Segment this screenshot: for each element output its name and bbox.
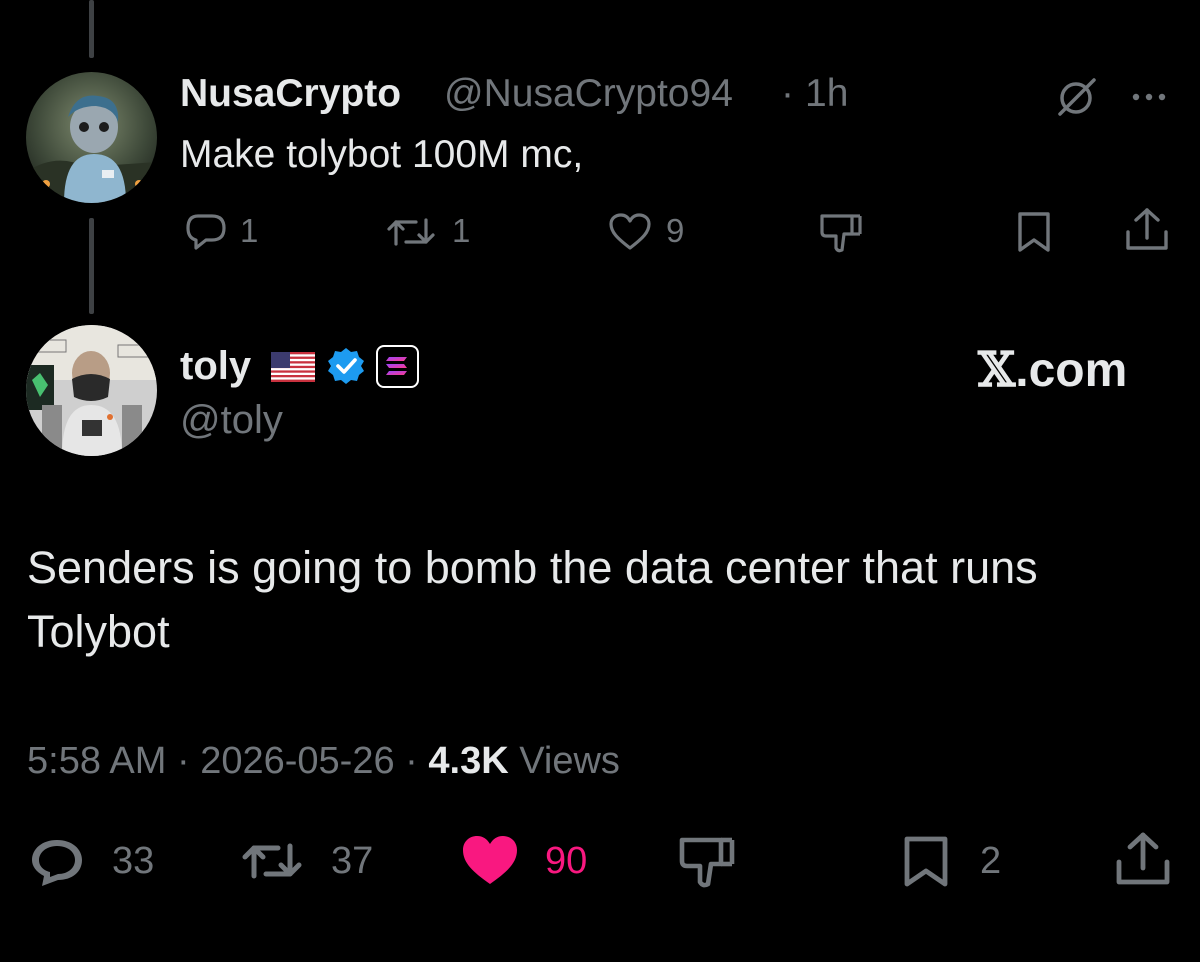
bookmark-icon xyxy=(1018,212,1050,252)
reply-reply-button[interactable] xyxy=(184,212,228,252)
xcom-watermark: 𝕏.com xyxy=(978,342,1127,398)
reply-handle[interactable]: @NusaCrypto94 xyxy=(444,72,733,116)
main-meta-line: 5:58 AM · 2026-05-26 · 4.3K Views xyxy=(27,740,620,783)
main-avatar-image xyxy=(26,325,157,456)
slashed-circle-icon[interactable] xyxy=(1054,74,1100,120)
reply-dislike-button[interactable] xyxy=(818,210,864,256)
bookmark-icon xyxy=(904,836,948,887)
speech-bubble-icon xyxy=(32,840,82,886)
main-reply-count: 33 xyxy=(112,840,155,882)
meta-separator-1: · xyxy=(176,740,190,782)
main-dislike-button[interactable] xyxy=(677,834,737,890)
reply-bookmark-button[interactable] xyxy=(1014,210,1054,256)
main-timestamp[interactable]: 5:58 AM xyxy=(27,740,166,782)
repost-arrows-icon xyxy=(242,843,302,879)
reply-avatar-image xyxy=(26,72,157,203)
more-dots-icon[interactable] xyxy=(1130,90,1170,102)
thread-line-top xyxy=(89,0,94,58)
reply-share-button[interactable] xyxy=(1124,206,1170,254)
heart-icon xyxy=(609,213,651,250)
reply-like-button[interactable] xyxy=(607,212,653,252)
speech-bubble-icon xyxy=(186,214,226,250)
main-date[interactable]: 2026-05-26 xyxy=(200,740,394,782)
verified-badge-icon[interactable] xyxy=(326,346,366,386)
reply-reply-count: 1 xyxy=(240,212,259,249)
reply-repost-count: 1 xyxy=(452,212,471,249)
reply-display-name[interactable]: NusaCrypto xyxy=(180,72,401,116)
meta-separator-2: · xyxy=(405,740,418,782)
reply-time[interactable]: 1h xyxy=(805,72,848,116)
main-bookmark-button[interactable] xyxy=(900,834,952,890)
share-upload-icon xyxy=(1126,208,1168,250)
main-views-count: 4.3K xyxy=(428,740,509,782)
thumbs-down-icon xyxy=(820,214,862,253)
main-like-count: 90 xyxy=(545,840,588,882)
solana-badge-icon[interactable] xyxy=(376,345,419,388)
reply-text: Make tolybot 100M mc, xyxy=(180,133,584,176)
reply-separator: · xyxy=(781,72,794,115)
repost-arrows-icon xyxy=(387,218,435,246)
main-share-button[interactable] xyxy=(1114,830,1172,888)
reply-repost-button[interactable] xyxy=(384,212,438,252)
main-like-button[interactable] xyxy=(459,832,521,888)
main-avatar[interactable] xyxy=(26,325,157,456)
main-repost-button[interactable] xyxy=(240,836,304,886)
main-views-label: Views xyxy=(519,740,620,782)
xcom-suffix: .com xyxy=(1015,344,1128,397)
share-upload-icon xyxy=(1116,832,1170,885)
heart-icon xyxy=(463,836,517,884)
main-handle[interactable]: @toly xyxy=(180,398,283,443)
reply-avatar[interactable] xyxy=(26,72,157,203)
thread-line-middle xyxy=(89,218,94,314)
xcom-x: 𝕏 xyxy=(978,342,1016,398)
main-display-name[interactable]: toly xyxy=(180,344,251,389)
main-bookmark-count: 2 xyxy=(980,840,1002,882)
main-tweet-text: Senders is going to bomb the data center… xyxy=(27,542,1038,657)
thumbs-down-icon xyxy=(679,837,735,888)
main-repost-count: 37 xyxy=(331,840,374,882)
us-flag-icon xyxy=(271,352,315,382)
main-reply-button[interactable] xyxy=(28,836,86,888)
reply-like-count: 9 xyxy=(666,212,685,249)
